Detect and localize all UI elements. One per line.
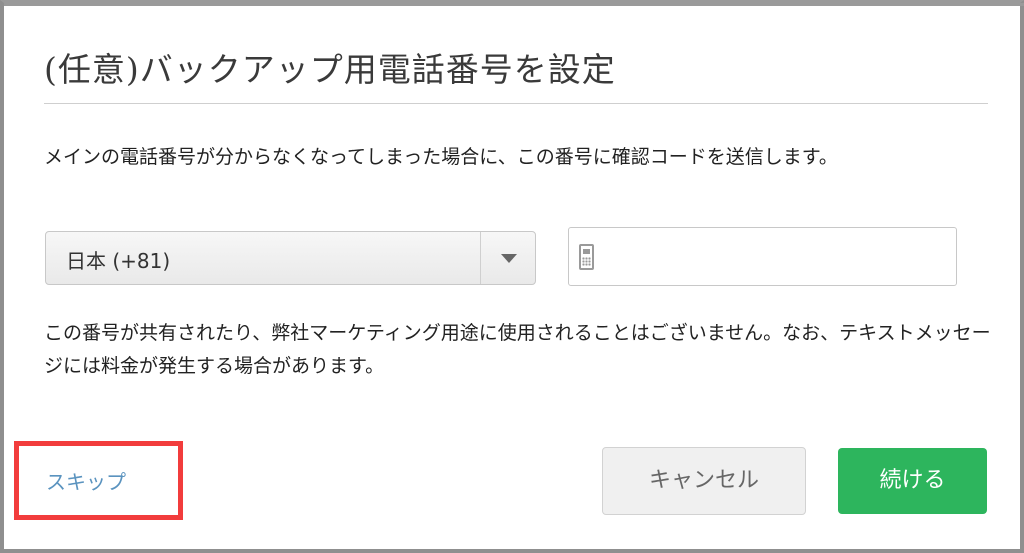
mobile-phone-icon (579, 244, 594, 270)
top-border (4, 3, 1024, 6)
phone-number-field[interactable] (568, 227, 957, 286)
backup-phone-dialog: (任意)バックアップ用電話番号を設定 メインの電話番号が分からなくなってしまった… (0, 0, 1024, 553)
privacy-note: この番号が共有されたり、弊社マーケティング用途に使用されることはございません。な… (44, 322, 991, 377)
country-code-value: 日本 (+81) (66, 249, 171, 273)
phone-screen-glyph (583, 249, 590, 254)
continue-button[interactable]: 続ける (838, 448, 987, 514)
chevron-down-icon[interactable] (501, 254, 517, 263)
cancel-button[interactable]: キャンセル (602, 447, 806, 515)
phone-keypad-glyph (582, 257, 591, 266)
phone-number-input[interactable] (609, 236, 949, 276)
skip-link[interactable]: スキップ (46, 466, 126, 495)
dialog-title: (任意)バックアップ用電話番号を設定 (44, 50, 616, 89)
country-code-select[interactable]: 日本 (+81) (45, 231, 536, 285)
title-divider (44, 103, 988, 104)
select-divider (480, 232, 481, 284)
description-text: メインの電話番号が分からなくなってしまった場合に、この番号に確認コードを送信しま… (44, 146, 838, 168)
